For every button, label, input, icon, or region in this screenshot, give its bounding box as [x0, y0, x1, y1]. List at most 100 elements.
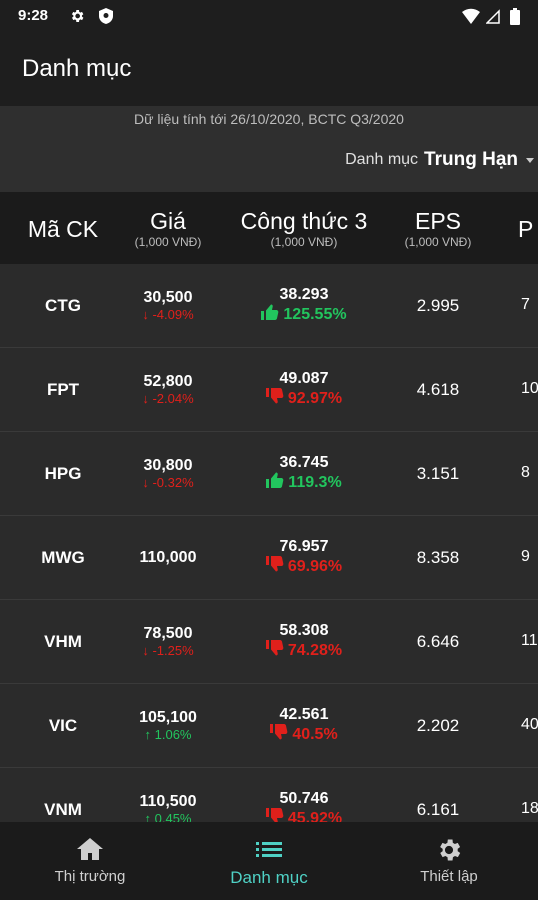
table-row[interactable]: FPT 52,800 ↓ -2.04% 49.087 92.97% 4.618 10 — [0, 348, 538, 432]
thumb-down-icon — [265, 640, 284, 662]
column-title: EPS — [414, 208, 462, 234]
formula-value: 76.957 — [279, 538, 329, 555]
formula-percent: 119.3% — [266, 472, 342, 494]
eps-value: 4.618 — [416, 380, 460, 399]
shield-status-icon — [99, 8, 113, 29]
symbol-cell: VIC — [0, 684, 126, 768]
formula-percent-value: 69.96% — [287, 558, 343, 575]
formula-percent-value: 125.55% — [283, 306, 347, 323]
eps-cell: 2.995 — [388, 264, 488, 348]
dropdown-caret-icon — [526, 157, 534, 163]
column-title: P — [518, 216, 534, 242]
column-p[interactable]: P — [518, 192, 538, 264]
eps-cell: 4.618 — [388, 348, 488, 432]
data-date-text: Dữ liệu tính tới 26/10/2020, BCTC Q3/202… — [134, 111, 404, 127]
table-row[interactable]: HPG 30,800 ↓ -0.32% 36.745 119.3% 3.151 8 — [0, 432, 538, 516]
price-cell: 105,100 ↑ 1.06% — [110, 684, 226, 768]
price-change: ↓ -4.09% — [142, 307, 193, 323]
price-cell: 78,500 ↓ -1.25% — [110, 600, 226, 684]
stock-price: 30,500 — [143, 289, 193, 306]
price-change-value: -1.25% — [152, 643, 194, 658]
formula-percent-value: 40.5% — [292, 726, 338, 743]
status-bar: 9:28 — [0, 0, 538, 32]
formula-percent: 45.92% — [265, 808, 342, 822]
symbol-cell: HPG — [0, 432, 126, 516]
price-cell: 52,800 ↓ -2.04% — [110, 348, 226, 432]
price-change: ↑ 0.45% — [145, 811, 192, 822]
column-symbol[interactable]: Mã CK — [0, 192, 126, 264]
column-title: Giá — [150, 208, 186, 234]
eps-value: 8.358 — [416, 548, 460, 567]
nav-settings[interactable]: Thiết lập — [359, 822, 538, 900]
thumb-down-icon — [265, 556, 284, 578]
stock-price: 110,000 — [139, 549, 197, 566]
formula-cell: 58.308 74.28% — [226, 600, 382, 684]
signal-icon — [485, 8, 500, 29]
stock-symbol: VHM — [44, 632, 82, 651]
p-value: 7 — [521, 296, 530, 313]
p-value: 9 — [521, 548, 530, 565]
table-row[interactable]: VHM 78,500 ↓ -1.25% 58.308 74.28% 6.646 11 — [0, 600, 538, 684]
column-unit: (1,000 VNĐ) — [404, 235, 472, 249]
formula-value: 42.561 — [279, 706, 329, 723]
change-arrow-icon: ↑ — [144, 727, 155, 742]
home-icon — [76, 836, 104, 864]
formula-percent-value: 74.28% — [287, 642, 343, 659]
change-arrow-icon: ↑ — [144, 811, 155, 822]
table-row[interactable]: MWG 110,000 76.957 69.96% 8.358 9 — [0, 516, 538, 600]
price-change-value: 1.06% — [154, 727, 192, 742]
column-title: Mã CK — [27, 216, 99, 242]
stock-price: 110,500 — [139, 793, 197, 810]
portfolio-selector[interactable]: Danh mục Trung Hạn — [345, 149, 534, 171]
symbol-cell: CTG — [0, 264, 126, 348]
formula-percent-value: 92.97% — [287, 390, 343, 407]
price-change: ↓ -0.32% — [142, 475, 193, 491]
formula-cell: 76.957 69.96% — [226, 516, 382, 600]
formula-percent-value: 119.3% — [288, 474, 342, 491]
column-eps[interactable]: EPS (1,000 VNĐ) — [388, 192, 488, 264]
p-value: 8 — [521, 464, 530, 481]
stock-symbol: MWG — [41, 548, 85, 567]
thumb-down-icon — [265, 808, 284, 822]
p-value: 18 — [521, 800, 538, 817]
formula-cell: 38.293 125.55% — [226, 264, 382, 348]
price-change: ↓ -1.25% — [142, 643, 193, 659]
price-change-value: -0.32% — [152, 475, 194, 490]
thumb-down-icon — [265, 388, 284, 410]
price-cell: 110,000 — [110, 516, 226, 600]
nav-portfolio[interactable]: Danh mục — [179, 822, 359, 900]
eps-value: 2.995 — [416, 296, 460, 315]
change-arrow-icon: ↓ — [142, 643, 153, 658]
eps-cell: 6.161 — [388, 768, 488, 822]
list-icon — [255, 836, 283, 864]
formula-percent: 92.97% — [265, 388, 343, 410]
stock-price: 30,800 — [143, 457, 193, 474]
formula-value: 38.293 — [279, 286, 329, 303]
p-value: 40 — [521, 716, 538, 733]
column-formula[interactable]: Công thức 3 (1,000 VNĐ) — [226, 192, 382, 264]
change-arrow-icon: ↓ — [142, 307, 153, 322]
price-change: ↑ 1.06% — [145, 727, 192, 743]
stock-symbol: FPT — [46, 380, 80, 399]
formula-percent: 125.55% — [261, 304, 347, 326]
nav-market[interactable]: Thị trường — [0, 822, 180, 900]
app-bar: Danh mục — [0, 32, 538, 106]
price-cell: 30,500 ↓ -4.09% — [110, 264, 226, 348]
price-change-value: 0.45% — [154, 811, 192, 822]
table-row[interactable]: CTG 30,500 ↓ -4.09% 38.293 125.55% 2.995 7 — [0, 264, 538, 348]
change-arrow-icon: ↓ — [142, 391, 153, 406]
price-cell: 30,800 ↓ -0.32% — [110, 432, 226, 516]
table-row[interactable]: VIC 105,100 ↑ 1.06% 42.561 40.5% 2.202 40 — [0, 684, 538, 768]
price-cell: 110,500 ↑ 0.45% — [110, 768, 226, 822]
info-panel: Dữ liệu tính tới 26/10/2020, BCTC Q3/202… — [0, 106, 538, 192]
eps-cell: 3.151 — [388, 432, 488, 516]
column-price[interactable]: Giá (1,000 VNĐ) — [110, 192, 226, 264]
formula-percent: 69.96% — [265, 556, 343, 578]
eps-value: 6.646 — [416, 632, 460, 651]
table-row[interactable]: VNM 110,500 ↑ 0.45% 50.746 45.92% 6.161 18 — [0, 768, 538, 822]
thumb-up-icon — [261, 304, 279, 326]
thumb-down-icon — [270, 724, 288, 746]
price-change-value: -2.04% — [152, 391, 194, 406]
formula-value: 36.745 — [279, 454, 329, 471]
stock-symbol: VNM — [44, 800, 82, 819]
